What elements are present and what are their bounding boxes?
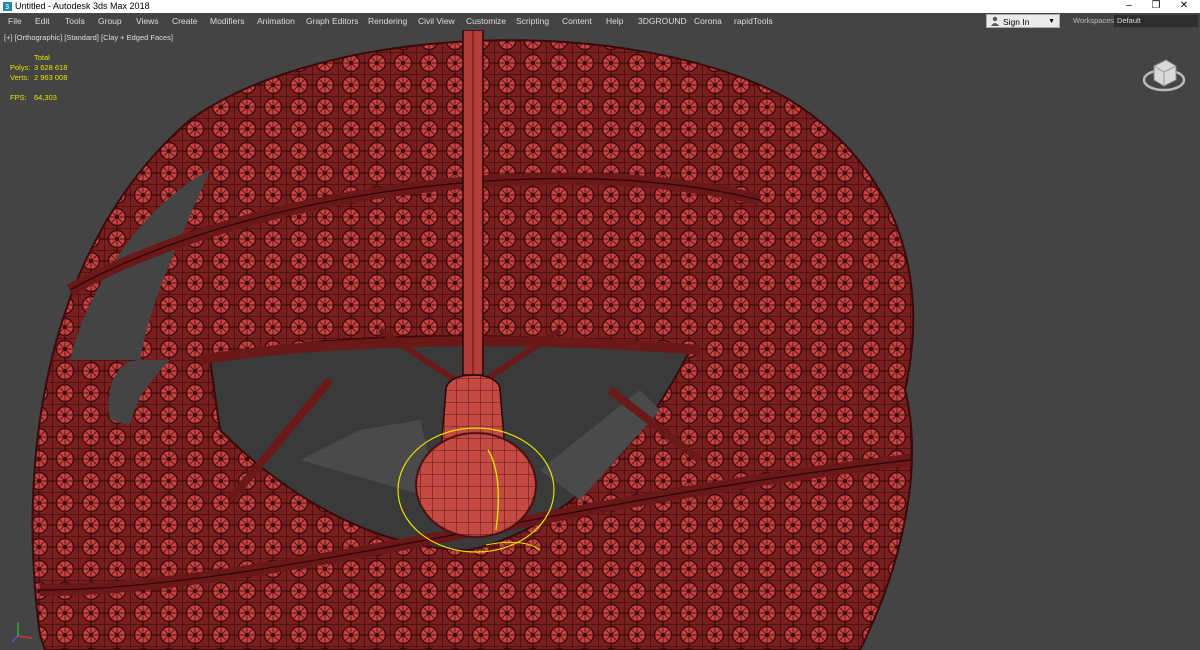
dropdown-caret-icon: ▼ bbox=[1048, 18, 1055, 25]
polys-value: 3 628 618 bbox=[34, 63, 68, 72]
polys-label: Polys: bbox=[10, 63, 31, 72]
verts-label: Verts: bbox=[10, 73, 30, 82]
lamp-mesh-render[interactable] bbox=[0, 30, 1200, 650]
title-bar: 3 Untitled - Autodesk 3ds Max 2018 – ❐ ✕ bbox=[0, 0, 1200, 13]
menu-scripting[interactable]: Scripting bbox=[516, 13, 549, 29]
menu-file[interactable]: File bbox=[8, 13, 22, 29]
menu-modifiers[interactable]: Modifiers bbox=[210, 13, 244, 29]
stats-header: Total bbox=[34, 53, 50, 62]
menu-civil-view[interactable]: Civil View bbox=[418, 13, 455, 29]
window-title: Untitled - Autodesk 3ds Max 2018 bbox=[15, 1, 150, 11]
menu-content[interactable]: Content bbox=[562, 13, 592, 29]
viewport-menu-plus[interactable]: [+] bbox=[4, 33, 13, 42]
verts-value: 2 963 008 bbox=[34, 73, 68, 82]
menu-corona[interactable]: Corona bbox=[694, 13, 722, 29]
workspace-select[interactable]: Default bbox=[1114, 15, 1198, 27]
menu-tools[interactable]: Tools bbox=[65, 13, 85, 29]
viewport-shading-standard[interactable]: [Standard] bbox=[64, 33, 99, 42]
fps-value: 64,303 bbox=[34, 93, 57, 102]
viewport-display-mode[interactable]: [Clay + Edged Faces] bbox=[101, 33, 173, 42]
menu-rapidtools[interactable]: rapidTools bbox=[734, 13, 773, 29]
restore-button[interactable]: ❐ bbox=[1143, 0, 1169, 13]
menu-help[interactable]: Help bbox=[606, 13, 623, 29]
menu-group[interactable]: Group bbox=[98, 13, 122, 29]
menu-rendering[interactable]: Rendering bbox=[368, 13, 407, 29]
sign-in-label: Sign In bbox=[1003, 17, 1030, 27]
viewcube-icon[interactable] bbox=[1140, 48, 1188, 96]
close-button[interactable]: ✕ bbox=[1171, 0, 1197, 13]
menu-customize[interactable]: Customize bbox=[466, 13, 506, 29]
viewport-point-of-view[interactable]: [Orthographic] bbox=[15, 33, 63, 42]
workspace-value: Default bbox=[1117, 16, 1141, 25]
minimize-button[interactable]: – bbox=[1116, 0, 1142, 13]
svg-text:3: 3 bbox=[5, 2, 10, 11]
menu-create[interactable]: Create bbox=[172, 13, 198, 29]
menu-graph-editors[interactable]: Graph Editors bbox=[306, 13, 358, 29]
app-icon: 3 bbox=[3, 2, 12, 11]
fps-label: FPS: bbox=[10, 93, 27, 102]
menu-views[interactable]: Views bbox=[136, 13, 159, 29]
perspective-viewport[interactable]: [+] [Orthographic] [Standard] [Clay + Ed… bbox=[0, 30, 1200, 650]
sign-in-dropdown[interactable]: Sign In ▼ bbox=[986, 14, 1060, 28]
menu-3dground[interactable]: 3DGROUND bbox=[638, 13, 687, 29]
person-icon bbox=[991, 16, 999, 26]
menu-animation[interactable]: Animation bbox=[257, 13, 295, 29]
workspaces-label: Workspaces: bbox=[1073, 16, 1117, 25]
axis-tripod-icon bbox=[11, 622, 33, 643]
viewport-label: [+] [Orthographic] [Standard] [Clay + Ed… bbox=[4, 33, 173, 42]
menu-edit[interactable]: Edit bbox=[35, 13, 50, 29]
